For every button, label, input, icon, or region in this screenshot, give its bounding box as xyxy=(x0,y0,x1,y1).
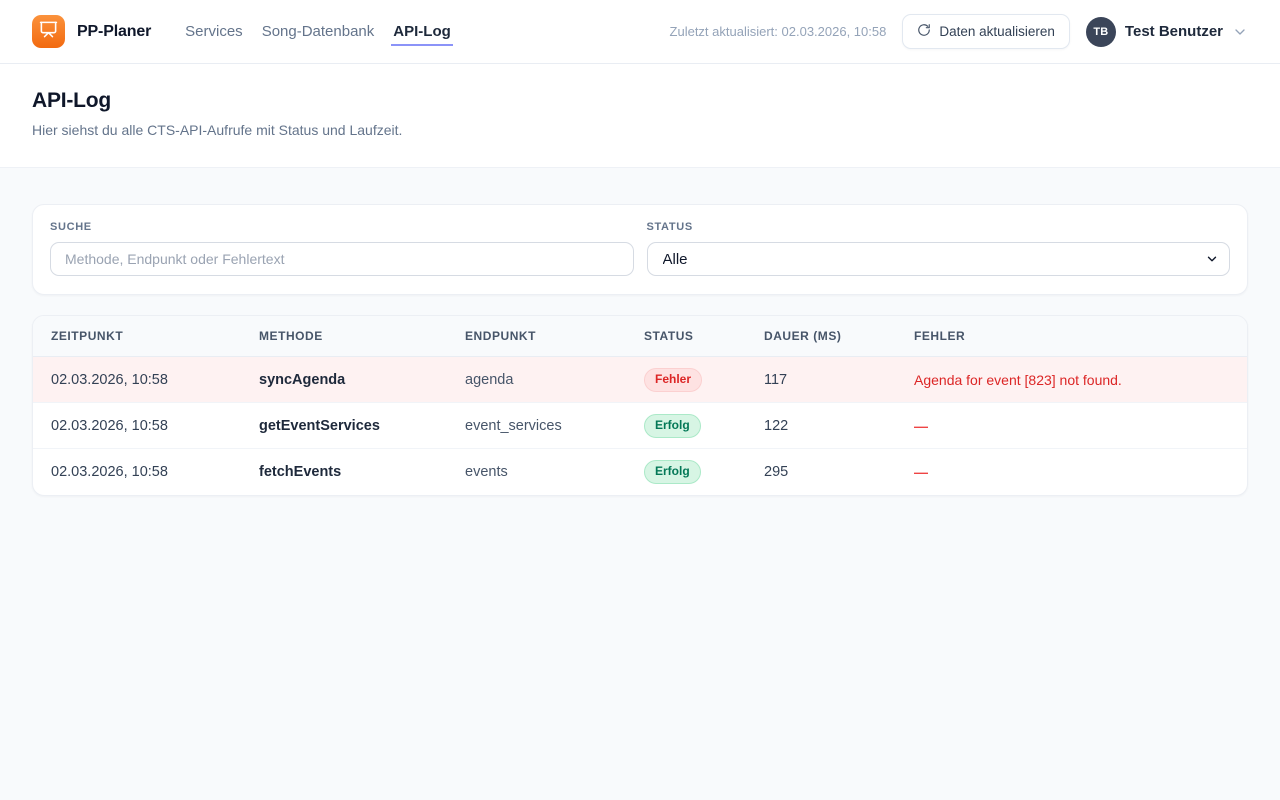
table-row: 02.03.2026, 10:58 fetchEvents events Erf… xyxy=(33,449,1247,495)
page-header: API-Log Hier siehst du alle CTS-API-Aufr… xyxy=(0,64,1280,168)
presentation-icon xyxy=(39,20,58,44)
main-content: SUCHE STATUS Alle ZEITPUNKT METHODE ENDP… xyxy=(0,168,1280,496)
user-name: Test Benutzer xyxy=(1125,23,1223,40)
search-label: SUCHE xyxy=(50,221,634,233)
user-menu[interactable]: TB Test Benutzer xyxy=(1086,17,1248,47)
top-bar: PP-Planer Services Song-Datenbank API-Lo… xyxy=(0,0,1280,64)
status-field-group: STATUS Alle xyxy=(647,221,1231,276)
cell-dauer: 122 xyxy=(746,418,896,434)
table-row: 02.03.2026, 10:58 syncAgenda agenda Fehl… xyxy=(33,357,1247,403)
column-header-fehler: FEHLER xyxy=(896,329,1247,343)
column-header-dauer: DAUER (MS) xyxy=(746,329,896,343)
chevron-down-icon xyxy=(1232,24,1248,40)
page-subtitle: Hier siehst du alle CTS-API-Aufrufe mit … xyxy=(32,122,1248,138)
nav-item-services[interactable]: Services xyxy=(183,17,245,46)
main-nav: Services Song-Datenbank API-Log xyxy=(183,17,453,46)
column-header-endpunkt: ENDPUNKT xyxy=(447,329,626,343)
cell-dauer: 117 xyxy=(746,372,896,388)
last-updated-text: Zuletzt aktualisiert: 02.03.2026, 10:58 xyxy=(670,24,887,39)
app-logo xyxy=(32,15,65,48)
table-row: 02.03.2026, 10:58 getEventServices event… xyxy=(33,403,1247,449)
cell-zeitpunkt: 02.03.2026, 10:58 xyxy=(33,418,241,434)
nav-item-song-datenbank[interactable]: Song-Datenbank xyxy=(260,17,377,46)
status-badge: Fehler xyxy=(644,368,702,392)
topbar-right: Zuletzt aktualisiert: 02.03.2026, 10:58 … xyxy=(670,14,1248,49)
refresh-button-label: Daten aktualisieren xyxy=(939,24,1055,39)
status-select[interactable]: Alle xyxy=(647,242,1231,276)
cell-status: Fehler xyxy=(626,368,746,392)
cell-dauer: 295 xyxy=(746,464,896,480)
brand-name: PP-Planer xyxy=(77,23,151,41)
nav-item-api-log[interactable]: API-Log xyxy=(391,17,453,46)
status-label: STATUS xyxy=(647,221,1231,233)
status-badge: Erfolg xyxy=(644,414,701,438)
api-log-table: ZEITPUNKT METHODE ENDPUNKT STATUS DAUER … xyxy=(32,315,1248,496)
cell-endpunkt: agenda xyxy=(447,372,626,388)
cell-endpunkt: events xyxy=(447,464,626,480)
cell-zeitpunkt: 02.03.2026, 10:58 xyxy=(33,464,241,480)
column-header-zeitpunkt: ZEITPUNKT xyxy=(33,329,241,343)
brand: PP-Planer xyxy=(32,15,151,48)
column-header-status: STATUS xyxy=(626,329,746,343)
cell-endpunkt: event_services xyxy=(447,418,626,434)
page-title: API-Log xyxy=(32,89,1248,113)
search-field-group: SUCHE xyxy=(50,221,634,276)
cell-methode: fetchEvents xyxy=(241,464,447,480)
table-header-row: ZEITPUNKT METHODE ENDPUNKT STATUS DAUER … xyxy=(33,316,1247,357)
cell-status: Erfolg xyxy=(626,414,746,438)
refresh-icon xyxy=(917,23,931,40)
cell-fehler: — xyxy=(896,464,1247,480)
cell-methode: syncAgenda xyxy=(241,372,447,388)
cell-status: Erfolg xyxy=(626,460,746,484)
refresh-data-button[interactable]: Daten aktualisieren xyxy=(902,14,1070,49)
status-badge: Erfolg xyxy=(644,460,701,484)
avatar: TB xyxy=(1086,17,1116,47)
column-header-methode: METHODE xyxy=(241,329,447,343)
search-input[interactable] xyxy=(50,242,634,276)
filter-card: SUCHE STATUS Alle xyxy=(32,204,1248,295)
cell-fehler: Agenda for event [823] not found. xyxy=(896,372,1247,388)
cell-methode: getEventServices xyxy=(241,418,447,434)
cell-zeitpunkt: 02.03.2026, 10:58 xyxy=(33,372,241,388)
cell-fehler: — xyxy=(896,418,1247,434)
